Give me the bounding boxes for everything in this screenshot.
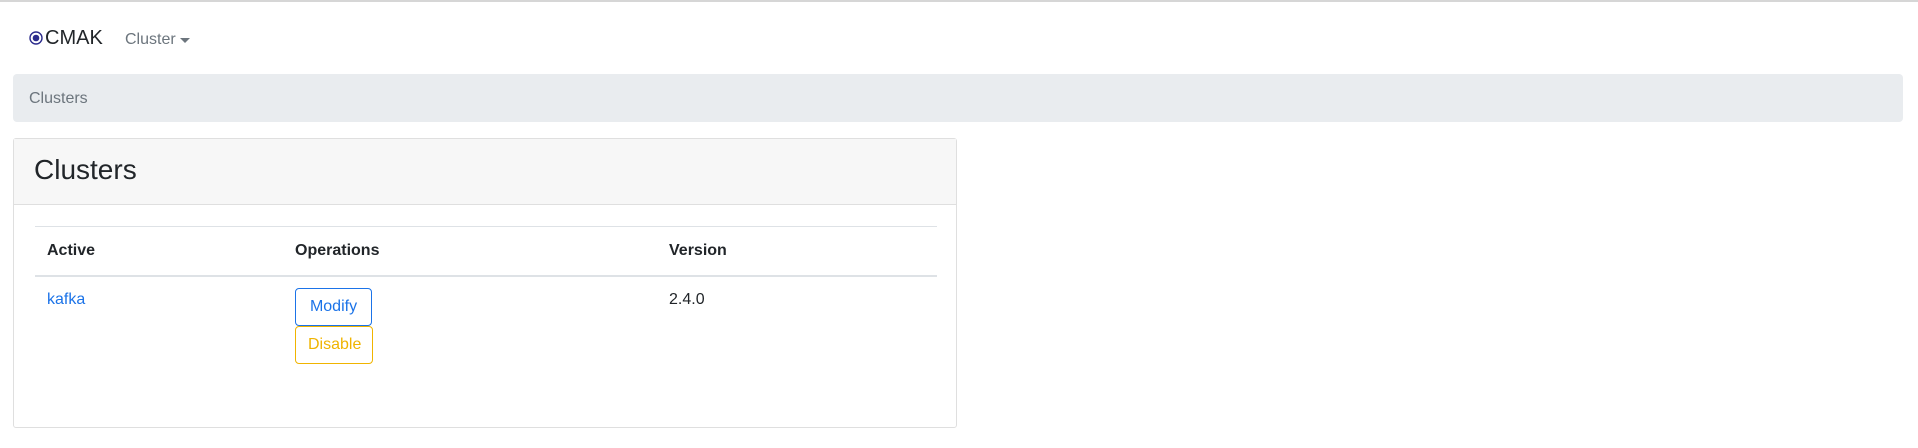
cluster-dropdown-label: Cluster	[125, 31, 176, 48]
clusters-card: Clusters Active Operations Version kafka…	[13, 138, 957, 428]
card-header: Clusters	[14, 139, 956, 205]
column-header-operations: Operations	[295, 242, 380, 259]
column-header-version: Version	[669, 242, 727, 259]
brand-name: CMAK	[45, 27, 103, 49]
table-header-row: Active Operations Version	[35, 226, 937, 276]
breadcrumb: Clusters	[13, 74, 1903, 122]
target-icon	[29, 31, 43, 45]
operations-cell: Modify Disable	[283, 276, 657, 400]
clusters-table: Active Operations Version kafka Modify D…	[35, 226, 937, 400]
disable-button[interactable]: Disable	[295, 325, 373, 364]
page-title: Clusters	[34, 154, 137, 185]
modify-button[interactable]: Modify	[295, 287, 372, 326]
column-header-active: Active	[47, 242, 96, 259]
version-cell: 2.4.0	[669, 290, 705, 308]
brand-link[interactable]: CMAK	[29, 26, 103, 50]
navbar: CMAK Cluster	[0, 2, 1918, 72]
cluster-dropdown[interactable]: Cluster	[125, 30, 190, 50]
breadcrumb-item-clusters: Clusters	[29, 90, 88, 107]
cluster-name-cell: kafka	[35, 276, 283, 400]
table-row: kafka Modify Disable 2.4.0	[35, 276, 937, 400]
chevron-down-icon	[179, 37, 190, 43]
cluster-link-kafka[interactable]: kafka	[47, 291, 85, 308]
